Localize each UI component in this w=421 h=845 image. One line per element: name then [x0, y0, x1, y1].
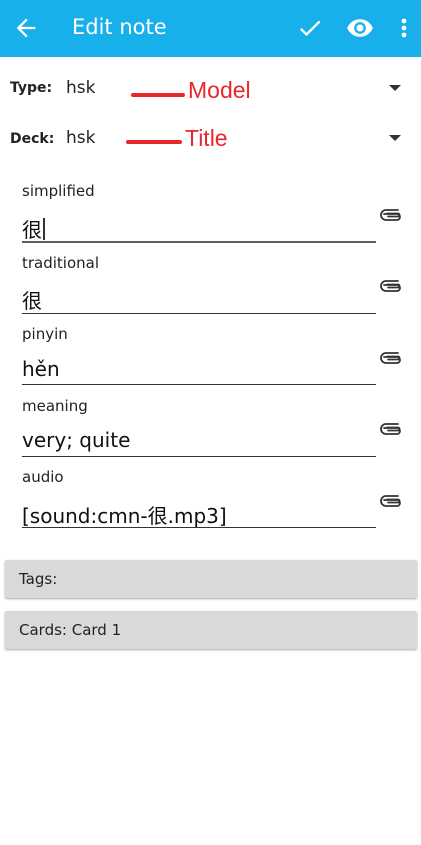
more-vert-icon[interactable] [394, 14, 414, 42]
field-underline [22, 313, 376, 314]
eye-icon[interactable] [346, 14, 374, 42]
deck-label: Deck: [10, 131, 55, 147]
annotation-line-title [126, 140, 182, 144]
annotation-title: Title [185, 125, 228, 151]
field-label: traditional [22, 254, 100, 272]
paperclip-icon[interactable] [380, 421, 404, 435]
annotation-line-model [131, 93, 185, 97]
note-type-value[interactable]: hsk [66, 78, 95, 98]
paperclip-icon[interactable] [380, 493, 404, 507]
tags-label: Tags: [19, 570, 58, 588]
dropdown-arrow-icon[interactable] [389, 135, 401, 141]
field-underline [22, 241, 376, 243]
checkmark-icon[interactable] [296, 14, 324, 42]
field-input[interactable]: 很 [22, 285, 42, 314]
paperclip-icon[interactable] [380, 350, 404, 364]
dropdown-arrow-icon[interactable] [389, 85, 401, 91]
app-bar: Edit note [0, 0, 421, 57]
field-label: meaning [22, 397, 88, 415]
cards-button[interactable]: Cards: Card 1 [5, 611, 417, 649]
field-input[interactable]: very; quite [22, 428, 130, 452]
paperclip-icon[interactable] [380, 207, 404, 221]
field-underline [22, 384, 376, 385]
note-type-label: Type: [10, 80, 53, 96]
back-arrow-icon[interactable] [12, 14, 40, 42]
field-input[interactable]: hěn [22, 357, 60, 381]
field-label: audio [22, 468, 64, 486]
field-input[interactable]: 很 [22, 214, 45, 243]
field-label: simplified [22, 182, 95, 200]
field-label: pinyin [22, 325, 68, 343]
deck-value[interactable]: hsk [66, 128, 95, 148]
tags-button[interactable]: Tags: [5, 560, 417, 598]
annotation-model: Model [188, 77, 251, 103]
page-title: Edit note [72, 15, 167, 39]
field-underline [22, 456, 376, 457]
paperclip-icon[interactable] [380, 278, 404, 292]
cards-label: Cards: Card 1 [19, 621, 122, 639]
field-underline [22, 527, 376, 528]
text-cursor [43, 218, 45, 240]
field-input[interactable]: [sound:cmn-很.mp3] [22, 500, 227, 529]
